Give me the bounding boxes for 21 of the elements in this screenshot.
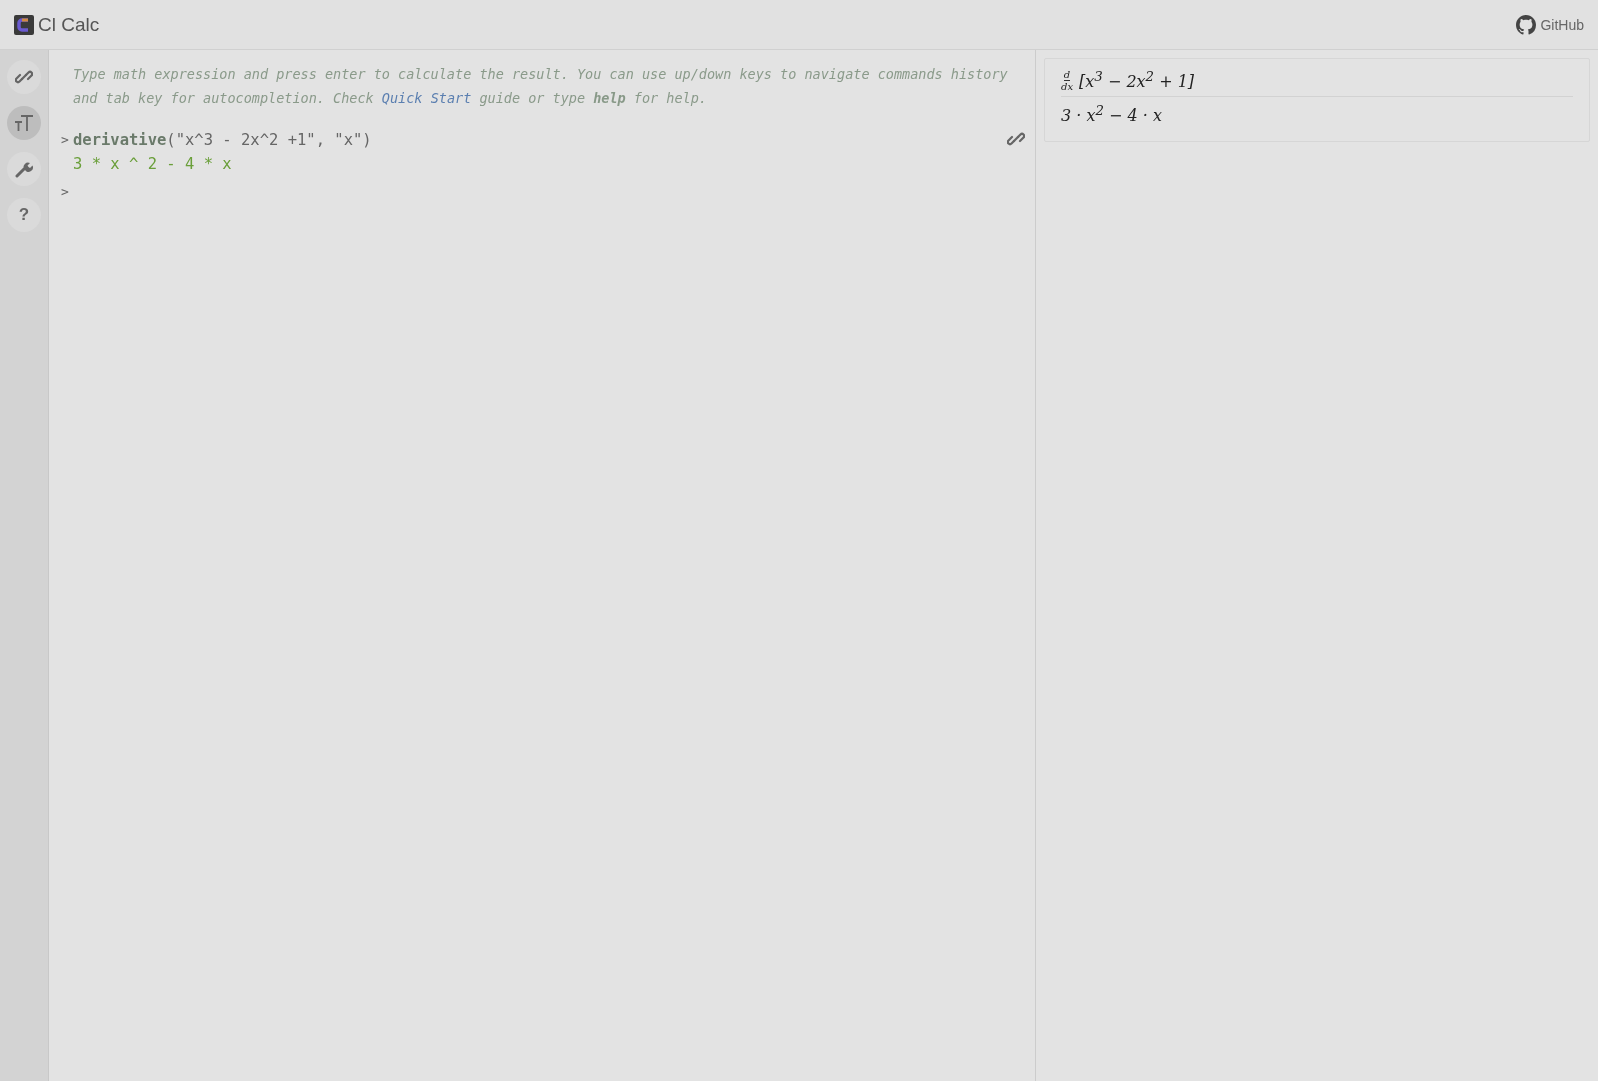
input-prompt[interactable]: >: [61, 180, 73, 204]
result-text: 3 * x ^ 2 - 4 * x: [72, 154, 233, 175]
prompt-symbol: >: [61, 131, 70, 149]
help-sidebar-button[interactable]: ?: [7, 198, 41, 232]
link-icon: [15, 68, 33, 86]
formula-result: 3 · x$^{2}$ − 4 · x: [1061, 103, 1163, 126]
link-icon: [1007, 130, 1025, 148]
github-icon: [1516, 14, 1537, 35]
calculator-logo-icon: [14, 14, 34, 35]
wrench-icon: [15, 160, 33, 178]
formula-expression: [x$^{3}$ − 2x$^{2}$ + 1]: [1079, 69, 1195, 92]
text-sidebar-button[interactable]: [7, 106, 41, 140]
command-text: derivative("x^3 - 2x^2 +1", "x"): [73, 130, 372, 151]
intro-text: Type math expression and press enter to calculate the result. You can use up/down keys to navigate commands history and tab key for autocompletion. Check Quick Start guide or type help for help.: [72, 65, 1009, 108]
text-size-icon: [14, 114, 34, 132]
app-title: Cl Calc: [38, 13, 100, 36]
derivative-fraction: d dx: [1061, 69, 1074, 92]
wrench-sidebar-button[interactable]: [7, 152, 41, 186]
quick-start-link[interactable]: Quick Start: [381, 90, 472, 106]
github-link[interactable]: GitHub: [1516, 14, 1584, 35]
link-sidebar-button[interactable]: [7, 60, 41, 94]
